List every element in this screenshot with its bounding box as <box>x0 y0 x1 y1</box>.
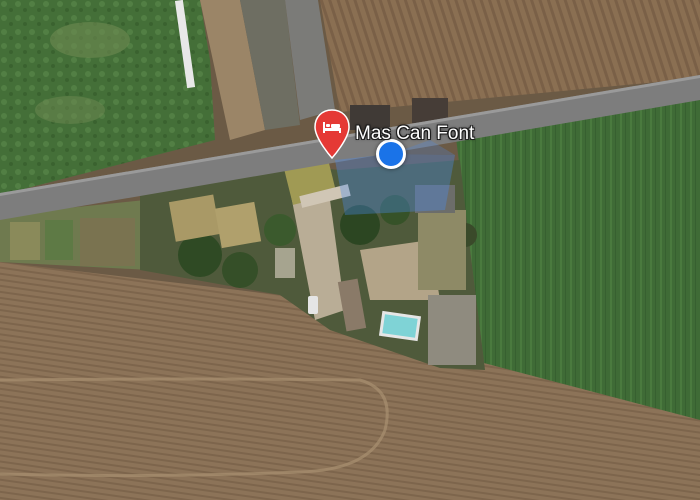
satellite-map[interactable]: Mas Can Font <box>0 0 700 500</box>
map-pin-icon <box>314 109 350 160</box>
satellite-imagery <box>0 0 700 500</box>
car <box>308 296 318 314</box>
place-marker[interactable] <box>312 108 352 160</box>
place-name-label[interactable]: Mas Can Font <box>355 123 474 145</box>
swimming-pool <box>378 310 422 342</box>
